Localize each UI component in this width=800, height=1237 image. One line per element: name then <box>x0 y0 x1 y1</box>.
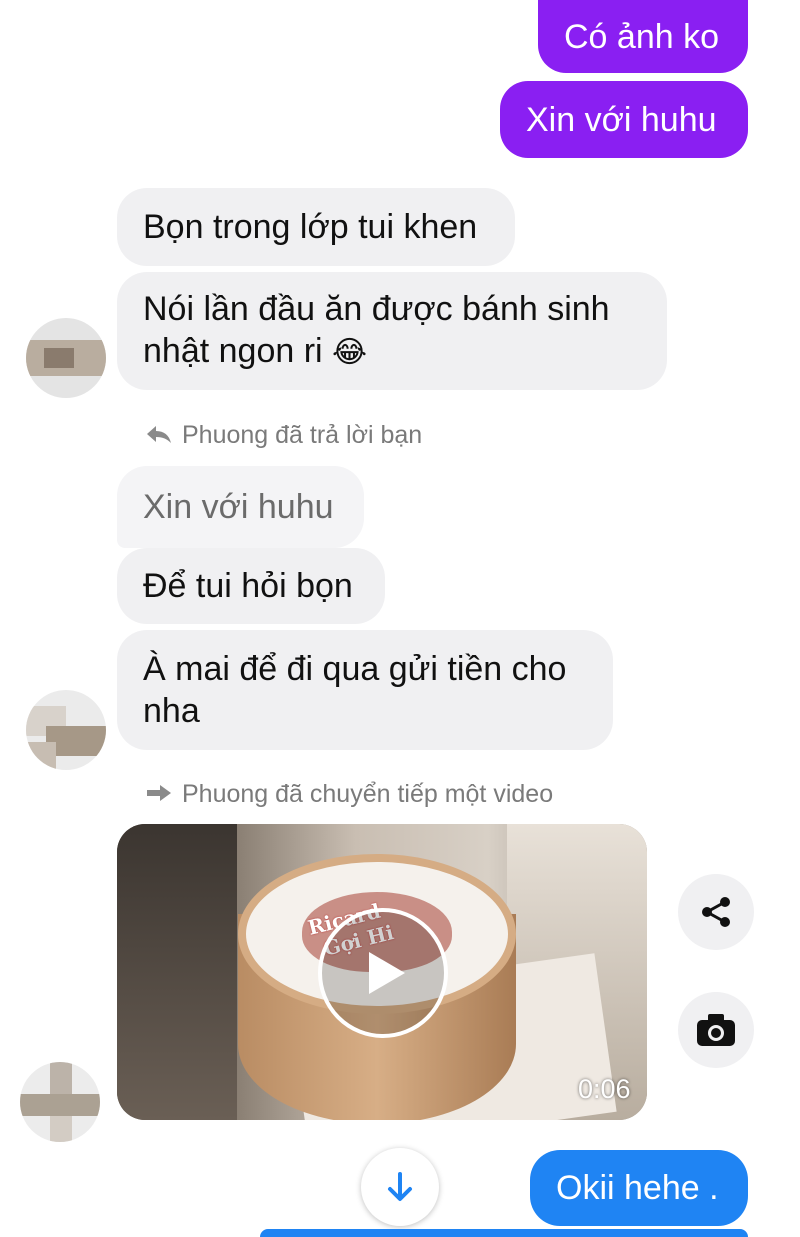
message-text: Bọn trong lớp tui khen <box>143 208 478 246</box>
forward-note: Phuong đã chuyển tiếp một video <box>146 780 553 809</box>
sent-message[interactable]: Xin với huhu <box>500 81 748 158</box>
received-message[interactable]: Nói lần đầu ăn được bánh sinh nhật ngon … <box>117 272 667 390</box>
message-text-line: nha <box>143 692 200 730</box>
save-photo-button[interactable] <box>678 992 754 1068</box>
avatar[interactable] <box>26 318 106 398</box>
message-text: Có ảnh ko <box>564 17 719 56</box>
reply-arrow-icon <box>146 423 172 449</box>
forward-note-text: Phuong đã chuyển tiếp một video <box>182 780 554 808</box>
avatar[interactable] <box>20 1062 100 1142</box>
quoted-message[interactable]: Xin với huhu <box>117 466 364 548</box>
camera-icon <box>697 1014 735 1046</box>
scroll-to-bottom-button[interactable] <box>361 1148 439 1226</box>
video-background <box>117 824 237 1120</box>
forward-arrow-icon <box>146 782 172 808</box>
message-text: Okii hehe . <box>556 1169 719 1207</box>
received-message[interactable]: Bọn trong lớp tui khen <box>117 188 515 266</box>
message-text: Để tui hỏi bọn <box>143 567 353 605</box>
message-text: Xin với huhu <box>526 100 717 139</box>
message-bubble-partial[interactable] <box>260 1229 748 1237</box>
avatar[interactable] <box>26 690 106 770</box>
received-message[interactable]: À mai để đi qua gửi tiền cho nha <box>117 630 613 750</box>
share-icon <box>702 897 730 927</box>
reply-note: Phuong đã trả lời bạn <box>146 421 422 450</box>
play-button[interactable] <box>318 908 448 1038</box>
share-button[interactable] <box>678 874 754 950</box>
sent-message[interactable]: Okii hehe . <box>530 1150 748 1226</box>
message-text-line: nhật ngon ri 😂 <box>143 332 368 370</box>
quoted-text: Xin với huhu <box>143 488 334 526</box>
laughing-emoji-icon: 😂 <box>332 336 368 369</box>
message-text-line: Nói lần đầu ăn được bánh sinh <box>143 290 610 328</box>
sent-message[interactable]: Có ảnh ko <box>538 0 748 73</box>
reply-note-text: Phuong đã trả lời bạn <box>182 421 423 449</box>
arrow-down-icon <box>388 1172 412 1201</box>
message-text-line: À mai để đi qua gửi tiền cho <box>143 650 567 688</box>
received-message[interactable]: Để tui hỏi bọn <box>117 548 385 624</box>
play-icon <box>369 952 405 994</box>
video-duration: 0:06 <box>578 1074 631 1104</box>
